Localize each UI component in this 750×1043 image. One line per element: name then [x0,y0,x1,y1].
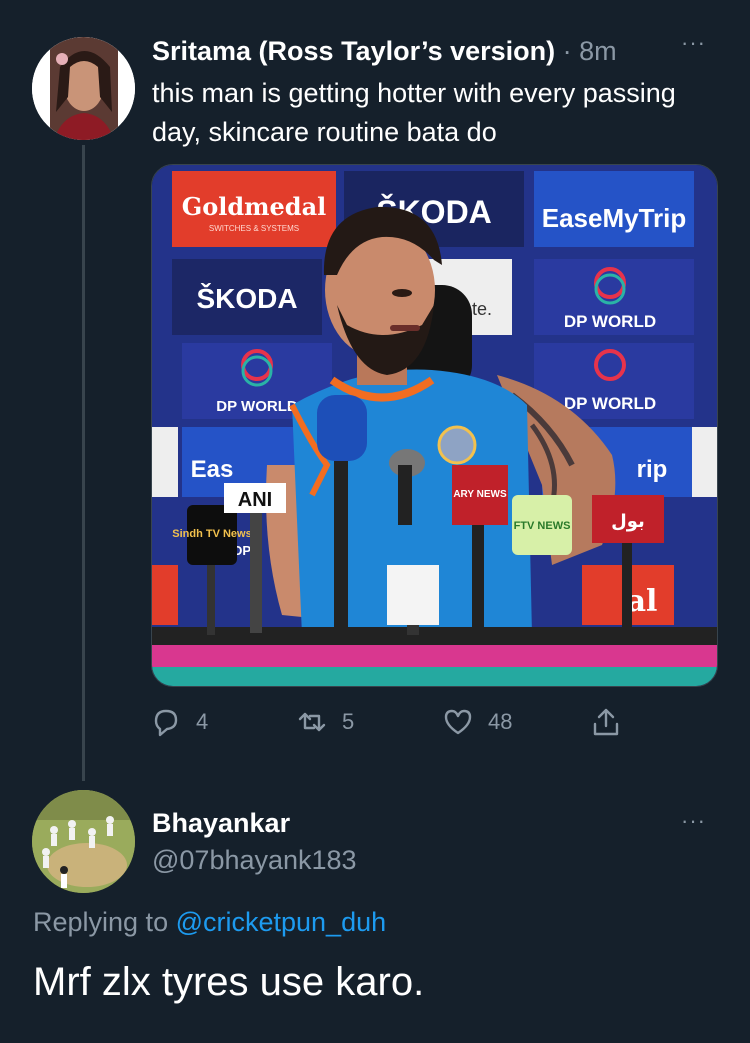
author-name[interactable]: Sritama (Ross Taylor’s version) [152,36,555,66]
sponsor-dpworld-3: DP WORLD [564,394,656,413]
like-button[interactable]: 48 [442,700,512,744]
tweet-text: this man is getting hotter with every pa… [152,78,676,147]
retweet-icon [298,712,326,732]
reply-text: Mrf zlx tyres use karo. [33,960,425,1004]
reply-author-handle[interactable]: @07bhayank183 [152,843,357,877]
sponsor-dpworld-2: DP WORLD [216,398,298,415]
sponsor-goldmedal-sub: SWITCHES & SYSTEMS [209,224,299,233]
retweet-count: 5 [342,709,355,734]
sponsor-skoda-mid: ŠKODA [196,282,297,314]
mic-flag-ani: ANI [238,489,272,511]
tweet-actions: 4 5 48 [150,700,630,744]
share-button[interactable] [590,700,636,744]
tweet-header: Sritama (Ross Taylor’s version) · 8m [152,34,617,68]
mic-flag-ary: ARY NEWS [453,489,507,500]
replying-to-line: Replying to @cricketpun_duh [33,904,386,940]
reply-more-options-icon[interactable]: ··· [681,808,706,834]
author-avatar[interactable] [32,37,135,140]
sponsor-te: te. [472,299,492,319]
mic-flag-ftv: FTV NEWS [514,520,571,532]
retweet-button[interactable]: 5 [296,700,354,744]
sponsor-rip: rip [637,456,668,483]
tweet-timestamp[interactable]: 8m [579,36,617,66]
sponsor-dpworld-1: DP WORLD [564,312,656,331]
share-icon [593,708,619,736]
reply-author-avatar[interactable] [32,790,135,893]
reply-icon [154,709,178,737]
reply-button[interactable]: 4 [150,700,208,744]
like-icon [444,709,472,735]
sponsor-goldmedal: Goldmedal [182,192,327,221]
tweet-media-image[interactable]: Goldmedal SWITCHES & SYSTEMS ŠKODA EaseM… [151,164,718,687]
thread-connector-line [82,145,85,781]
mic-flag-sindh: Sindh TV News [172,528,251,540]
more-options-icon[interactable]: ··· [681,30,706,56]
replying-prefix: Replying to [33,907,176,937]
reply-author-name[interactable]: Bhayankar [152,806,290,840]
sponsor-eas: Eas [191,456,234,483]
mic-flag-bol: بول [611,511,645,532]
like-count: 48 [488,709,513,734]
reply-count: 4 [196,709,209,734]
replying-to-mention[interactable]: @cricketpun_duh [176,907,387,937]
header-separator: · [555,36,580,66]
sponsor-easemytrip: EaseMyTrip [542,203,687,233]
